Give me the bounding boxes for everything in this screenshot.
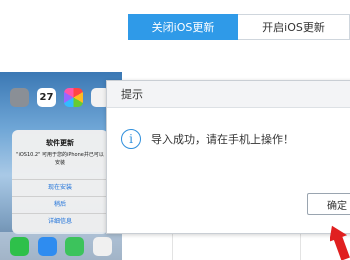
mail-app-icon [37,236,57,256]
alert-title: 软件更新 [46,139,74,147]
close-ios-update-button[interactable]: 关闭iOS更新 [128,14,238,40]
ok-button[interactable]: 确定 [307,193,350,215]
install-now-button: 现在安装 [12,179,108,196]
dialog-title: 提示 [121,88,143,101]
phone-app-icon [10,236,30,256]
open-ios-update-button[interactable]: 开启iOS更新 [238,14,350,40]
calendar-day: 27 [39,92,54,103]
app-icon [10,88,29,107]
home-app-row: 27 [10,88,110,107]
table-divider [172,232,173,260]
phone-screenshot: 27 软件更新 "iOS10.2" 可用于您的iPhone并已可以安装 现在安装… [0,72,122,260]
ios-update-toggle: 关闭iOS更新 开启iOS更新 [128,14,350,40]
messages-app-icon [65,236,85,256]
pointer-arrow-icon [330,225,350,260]
software-update-alert: 软件更新 "iOS10.2" 可用于您的iPhone并已可以安装 现在安装 稍后… [12,130,108,234]
table-divider [300,232,301,260]
prompt-dialog: 提示 i 导入成功，请在手机上操作！ 确定 [106,80,350,234]
browser-app-icon [92,236,112,256]
later-button: 稍后 [12,196,108,213]
calendar-icon: 27 [37,88,56,107]
photos-icon [64,88,83,107]
dialog-message: 导入成功，请在手机上操作！ [151,133,294,146]
dialog-body: i 导入成功，请在手机上操作！ [121,129,294,149]
phone-dock [0,232,122,260]
info-icon: i [121,129,141,149]
dialog-titlebar: 提示 [107,81,350,108]
details-button: 详细信息 [12,213,108,230]
alert-message: "iOS10.2" 可用于您的iPhone并已可以安装 [16,152,104,166]
